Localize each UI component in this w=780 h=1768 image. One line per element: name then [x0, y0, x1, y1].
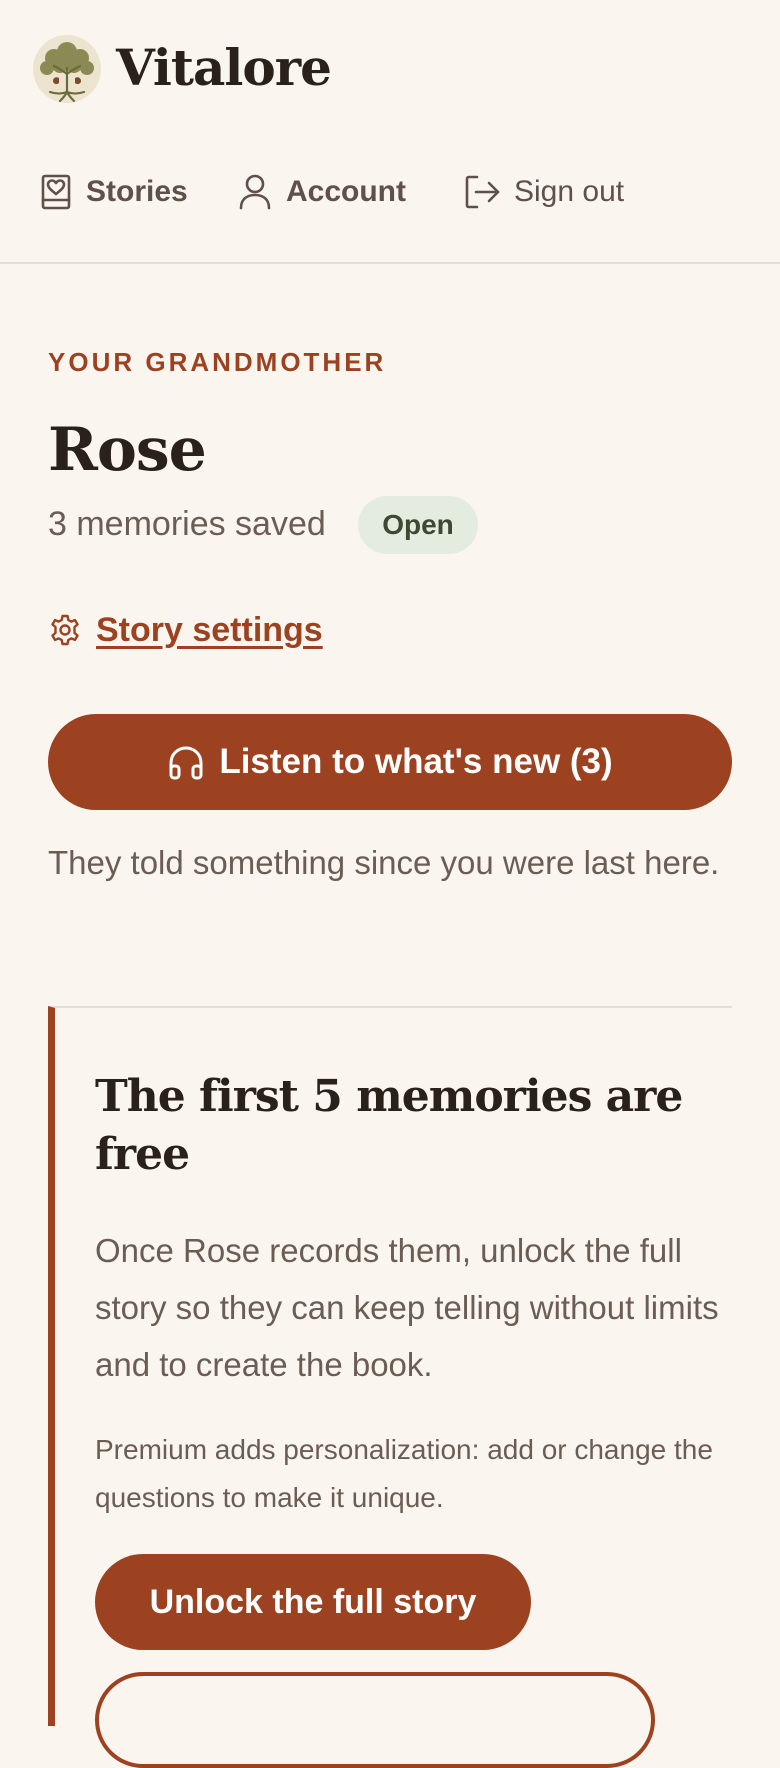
book-icon	[41, 174, 71, 210]
nav-stories-label: Stories	[86, 175, 188, 208]
secondary-outline-button[interactable]	[95, 1672, 655, 1768]
tree-logo-icon[interactable]	[32, 34, 102, 104]
promo-title: The first 5 memories are free	[95, 1071, 683, 1180]
story-settings-label: Story settings	[96, 610, 323, 649]
status-badge: Open	[358, 496, 478, 554]
relation-eyebrow: YOUR GRANDMOTHER	[48, 347, 387, 377]
promo-body: Once Rose records them, unlock the full …	[95, 1232, 719, 1383]
free-memories-card: The first 5 memories are free Once Rose …	[48, 1006, 732, 1768]
brand-name[interactable]: Vitalore	[116, 38, 332, 98]
user-icon	[239, 174, 271, 210]
nav-stories[interactable]: Stories	[40, 170, 188, 214]
story-settings-link[interactable]: Story settings	[48, 608, 323, 652]
nav-account[interactable]: Account	[238, 170, 406, 214]
unlock-button-label: Unlock the full story	[149, 1582, 477, 1621]
premium-note: Premium adds personalization: add or cha…	[95, 1434, 713, 1513]
listen-new-button[interactable]: Listen to what's new (3)	[48, 714, 732, 810]
nav-sign-out-label: Sign out	[514, 175, 625, 208]
nav-sign-out[interactable]: Sign out	[464, 170, 624, 214]
page-title: Rose	[48, 415, 207, 485]
listen-button-label: Listen to what's new (3)	[219, 742, 613, 781]
listen-hint-text: They told something since you were last …	[48, 844, 720, 881]
unlock-full-story-button[interactable]: Unlock the full story	[95, 1554, 531, 1650]
top-header: Vitalore Stories Account Sign out	[0, 0, 780, 264]
gear-icon	[51, 614, 79, 646]
sign-out-icon	[465, 175, 500, 209]
memories-count: 3 memories saved	[48, 505, 326, 543]
headphones-icon	[169, 746, 203, 780]
nav-account-label: Account	[286, 175, 406, 208]
